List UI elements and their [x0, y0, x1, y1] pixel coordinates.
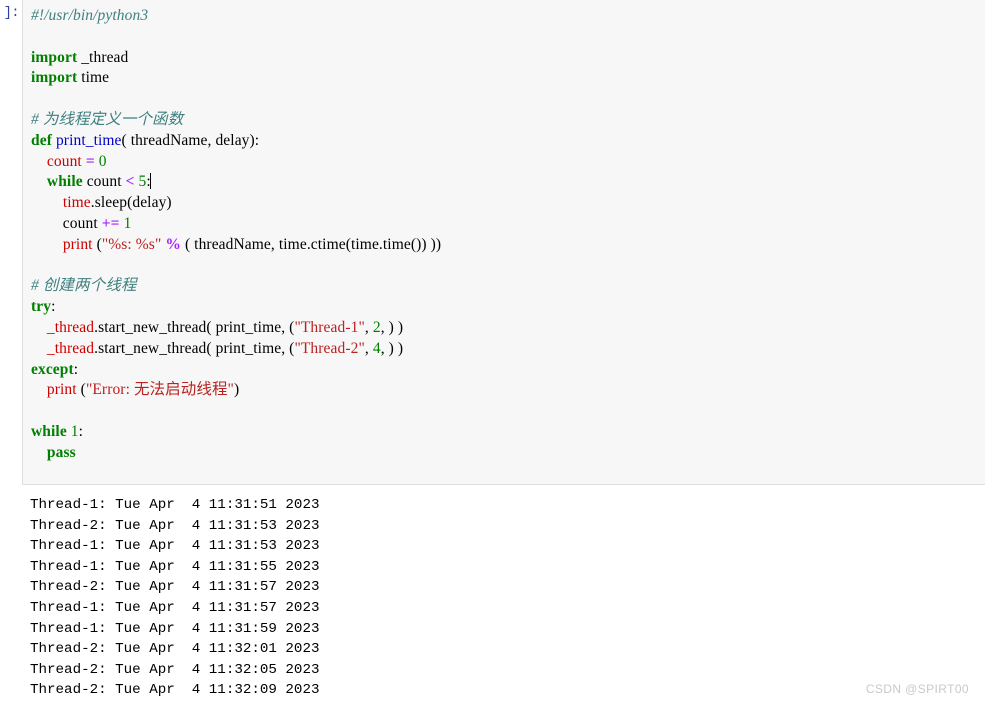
text-cursor	[149, 173, 151, 190]
code-token-kw: while	[31, 422, 67, 440]
notebook-code-cell: ]: #!/usr/bin/python3 import _thread imp…	[0, 0, 985, 485]
code-token-plain: .sleep(delay)	[90, 194, 172, 212]
csdn-watermark: CSDN @SPIRT00	[865, 682, 969, 696]
code-token-str: "Error: 无法启动线程"	[85, 381, 234, 399]
code-token-plain: count	[82, 173, 126, 191]
code-token-kw: import	[31, 69, 78, 87]
code-token-kw: def	[31, 131, 52, 149]
cell-output: Thread-1: Tue Apr 4 11:31:51 2023 Thread…	[0, 485, 985, 701]
code-token-plain: (	[92, 235, 102, 253]
code-token-kw: import	[31, 48, 78, 66]
code-token-num: 2	[372, 318, 381, 336]
code-token-plain: .start_new_thread( print_time, (	[94, 318, 295, 336]
code-token-cmt: # 为线程定义一个函数	[31, 110, 184, 128]
code-token-plain: ( threadName, delay):	[121, 131, 260, 149]
code-token-kw: while	[46, 173, 83, 191]
code-token-shebang: #!/usr/bin/python3	[31, 7, 149, 24]
code-token-plain: , ) )	[380, 339, 404, 357]
code-token-plain: .start_new_thread( print_time, (	[94, 339, 295, 357]
code-token-plain: )	[233, 381, 240, 399]
output-lines: Thread-1: Tue Apr 4 11:31:51 2023 Thread…	[30, 497, 320, 699]
code-token-plain: :	[78, 422, 84, 440]
code-token-plain: time	[77, 69, 110, 87]
code-token-bi: print	[46, 381, 77, 399]
code-token-bi: _thread	[46, 318, 95, 336]
code-token-bi: _thread	[46, 339, 95, 357]
stdout-output: Thread-1: Tue Apr 4 11:31:51 2023 Thread…	[22, 485, 985, 701]
jupyter-notebook: ]: #!/usr/bin/python3 import _thread imp…	[0, 0, 985, 704]
code-token-op: %	[165, 235, 181, 253]
code-token-plain: ( threadName, time.ctime(time.time()) ))	[180, 235, 442, 253]
code-token-plain: :	[51, 298, 56, 316]
code-token-bi: count	[46, 152, 82, 170]
code-token-str: "Thread-1"	[294, 318, 365, 336]
code-token-kw: pass	[46, 443, 76, 461]
code-token-plain: , ) )	[380, 318, 404, 336]
code-token-str: "Thread-2"	[294, 339, 365, 357]
code-token-op: =	[85, 152, 95, 170]
code-token-plain: _thread	[77, 48, 129, 66]
code-token-fn: print_time	[55, 131, 122, 149]
code-token-plain: :	[73, 360, 79, 378]
source-code[interactable]: #!/usr/bin/python3 import _thread import…	[31, 6, 985, 464]
code-token-num: 0	[98, 152, 107, 170]
code-token-kw: try	[31, 298, 52, 316]
code-token-op: +=	[101, 214, 120, 232]
code-token-op: <	[125, 173, 135, 191]
cell-execution-prompt: ]:	[3, 6, 20, 21]
code-token-bi: print	[62, 235, 93, 253]
code-token-bi: time	[62, 194, 91, 212]
code-token-plain: (	[76, 381, 86, 399]
code-token-cmt: # 创建两个线程	[31, 277, 137, 295]
code-token-plain: ,	[364, 339, 373, 357]
code-token-num: 1	[123, 214, 132, 232]
code-editor[interactable]: #!/usr/bin/python3 import _thread import…	[22, 0, 985, 485]
code-token-num: 4	[372, 339, 381, 357]
code-token-num: 1	[70, 422, 79, 440]
code-token-plain: count	[31, 214, 102, 232]
code-token-plain: ,	[364, 318, 373, 336]
code-token-str: "%s: %s"	[101, 235, 162, 253]
code-token-kw: except	[31, 360, 74, 378]
